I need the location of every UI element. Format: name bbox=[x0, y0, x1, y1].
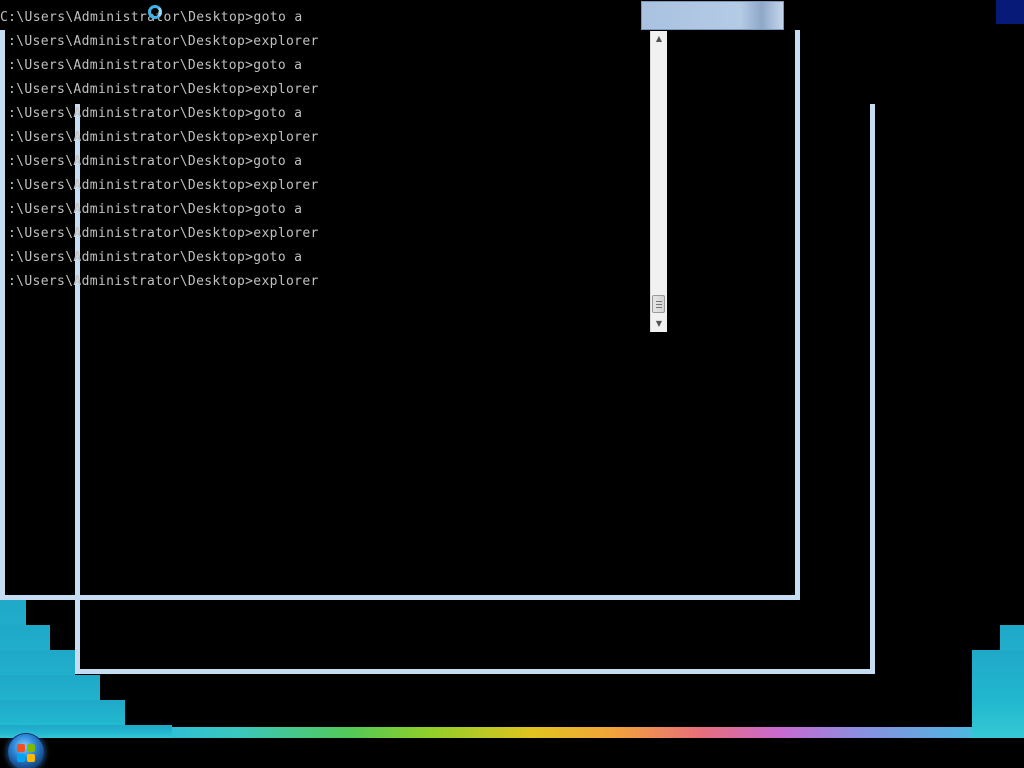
scroll-down-arrow-icon[interactable]: ▼ bbox=[651, 316, 667, 332]
console-line: :\Users\Administrator\Desktop>explorer bbox=[8, 178, 319, 193]
console-line: :\Users\Administrator\Desktop>explorer bbox=[8, 34, 319, 49]
desktop-screen: C:\Users\Administrator\Desktop>goto a :\… bbox=[0, 0, 1024, 768]
scroll-up-arrow-icon[interactable]: ▲ bbox=[651, 31, 667, 47]
windows-flag-icon bbox=[27, 754, 35, 762]
wallpaper-fragment bbox=[996, 0, 1024, 24]
console-line: :\Users\Administrator\Desktop>explorer bbox=[8, 274, 319, 289]
wallpaper-fragment bbox=[972, 650, 1024, 738]
scroll-thumb[interactable] bbox=[652, 295, 665, 313]
rainbow-strip bbox=[172, 727, 972, 738]
console-line: :\Users\Administrator\Desktop>goto a bbox=[8, 106, 303, 121]
busy-ring-icon bbox=[148, 5, 162, 19]
window-title-bar-fragment[interactable] bbox=[641, 1, 784, 30]
windows-flag-icon bbox=[17, 744, 25, 752]
console-line: :\Users\Administrator\Desktop>goto a bbox=[8, 202, 303, 217]
grip-line bbox=[656, 304, 662, 305]
taskbar bbox=[0, 738, 1024, 768]
windows-flag-icon bbox=[17, 754, 25, 762]
console-line: :\Users\Administrator\Desktop>goto a bbox=[8, 250, 303, 265]
console-line: :\Users\Administrator\Desktop>explorer bbox=[8, 226, 319, 241]
console-line: :\Users\Administrator\Desktop>goto a bbox=[8, 58, 303, 73]
console-line: :\Users\Administrator\Desktop>explorer bbox=[8, 82, 319, 97]
console-line: :\Users\Administrator\Desktop>explorer bbox=[8, 130, 319, 145]
console-line: :\Users\Administrator\Desktop>goto a bbox=[8, 154, 303, 169]
windows-flag-icon bbox=[27, 744, 35, 752]
grip-line bbox=[656, 307, 662, 308]
start-orb-icon[interactable] bbox=[8, 734, 44, 768]
vertical-scrollbar[interactable]: ▲ ▼ bbox=[650, 31, 667, 332]
grip-line bbox=[656, 301, 662, 302]
